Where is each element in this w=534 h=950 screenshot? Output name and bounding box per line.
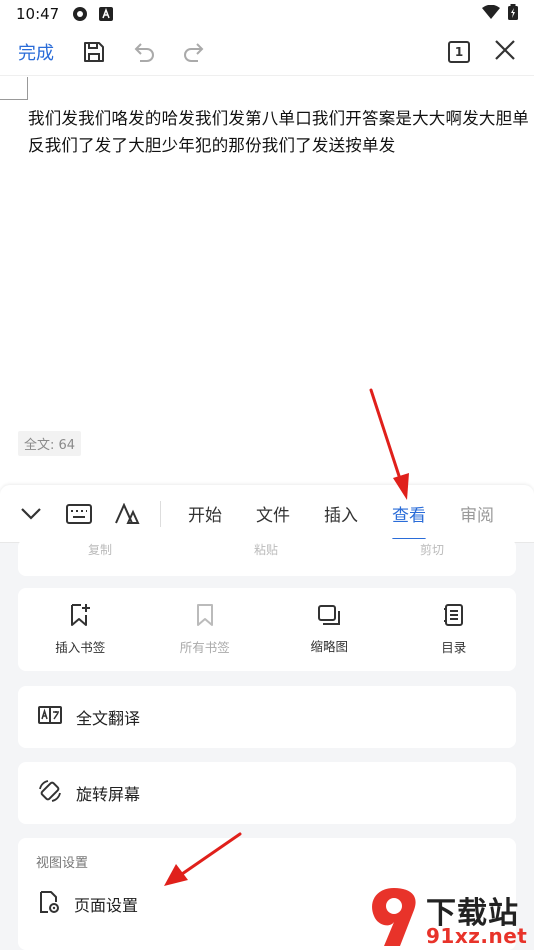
toc-button[interactable]: 目录: [392, 588, 517, 671]
tab-insert[interactable]: 插入: [324, 485, 358, 543]
view-settings-title: 视图设置: [36, 856, 89, 871]
watermark-url: 91xz.net: [426, 924, 528, 948]
clipboard-card: 复制 粘贴 剪切: [18, 539, 516, 576]
full-text-translate-button[interactable]: 全文翻译: [18, 686, 516, 748]
keyboard-icon[interactable]: [64, 499, 94, 529]
all-bookmarks-button[interactable]: 所有书签: [143, 588, 268, 671]
toc-label: 目录: [441, 640, 467, 655]
thumbnail-button[interactable]: 缩略图: [267, 588, 392, 671]
rotate-screen-label: 旋转屏幕: [76, 785, 141, 804]
tab-review[interactable]: 审阅: [460, 485, 494, 543]
margin-marker-vertical: [27, 77, 28, 99]
page-setup-icon: [38, 890, 60, 918]
bottom-tool-panel: 开始 文件 插入 查看 审阅 复制 粘贴 剪切 插入书签 所有书签 缩略图 目录…: [0, 485, 534, 950]
tab-start[interactable]: 开始: [188, 485, 222, 543]
toc-icon: [443, 603, 465, 631]
document-text[interactable]: 我们发我们咯发的哈发我们发第八单口我们开答案是大大啊发大胆单反我们了发了大胆少年…: [28, 105, 534, 159]
watermark-logo-icon: [372, 888, 416, 946]
page-count-button[interactable]: 1: [448, 40, 470, 63]
page-setup-button[interactable]: 页面设置: [38, 884, 138, 924]
chevron-down-icon[interactable]: [16, 499, 46, 529]
close-icon[interactable]: [494, 39, 516, 65]
tab-file[interactable]: 文件: [256, 485, 290, 543]
watermark: 下载站 91xz.net: [364, 886, 534, 950]
cut-button[interactable]: 剪切: [420, 541, 444, 558]
all-bookmarks-label: 所有书签: [179, 640, 230, 655]
copy-button[interactable]: 复制: [88, 541, 112, 558]
thumbnail-label: 缩略图: [310, 639, 348, 654]
thumbnail-icon: [317, 604, 341, 630]
undo-icon[interactable]: [130, 38, 158, 66]
save-icon[interactable]: [80, 38, 108, 66]
rotate-screen-button[interactable]: 旋转屏幕: [18, 762, 516, 824]
text-format-icon[interactable]: [112, 499, 142, 529]
word-count-badge: 全文: 64: [18, 431, 82, 456]
insert-bookmark-label: 插入书签: [55, 640, 106, 655]
translate-label: 全文翻译: [76, 709, 141, 728]
tab-bar: 开始 文件 插入 查看 审阅: [0, 485, 534, 543]
done-button[interactable]: 完成: [18, 39, 54, 65]
tab-view[interactable]: 查看: [392, 485, 426, 543]
notification-a-icon: [97, 5, 115, 23]
bookmark-add-icon: [69, 603, 91, 631]
rotate-screen-icon: [38, 779, 62, 807]
page-number: 1: [454, 44, 464, 59]
sync-icon: [71, 5, 89, 23]
editor-toolbar: 完成 1: [0, 28, 534, 76]
tab-divider: [160, 500, 161, 527]
wifi-icon: [482, 4, 500, 23]
redo-icon[interactable]: [180, 38, 208, 66]
document-area[interactable]: 我们发我们咯发的哈发我们发第八单口我们开答案是大大啊发大胆单反我们了发了大胆少年…: [0, 77, 534, 477]
bookmark-tools-card: 插入书签 所有书签 缩略图 目录: [18, 588, 516, 671]
battery-icon: [508, 4, 518, 24]
insert-bookmark-button[interactable]: 插入书签: [18, 588, 143, 671]
translate-icon: [38, 705, 62, 729]
bookmark-icon: [195, 603, 215, 631]
status-bar: 10:47: [0, 0, 534, 28]
status-time: 10:47: [16, 5, 60, 23]
margin-marker: [0, 99, 28, 100]
page-setup-label: 页面设置: [74, 896, 139, 915]
paste-button[interactable]: 粘贴: [254, 541, 278, 558]
